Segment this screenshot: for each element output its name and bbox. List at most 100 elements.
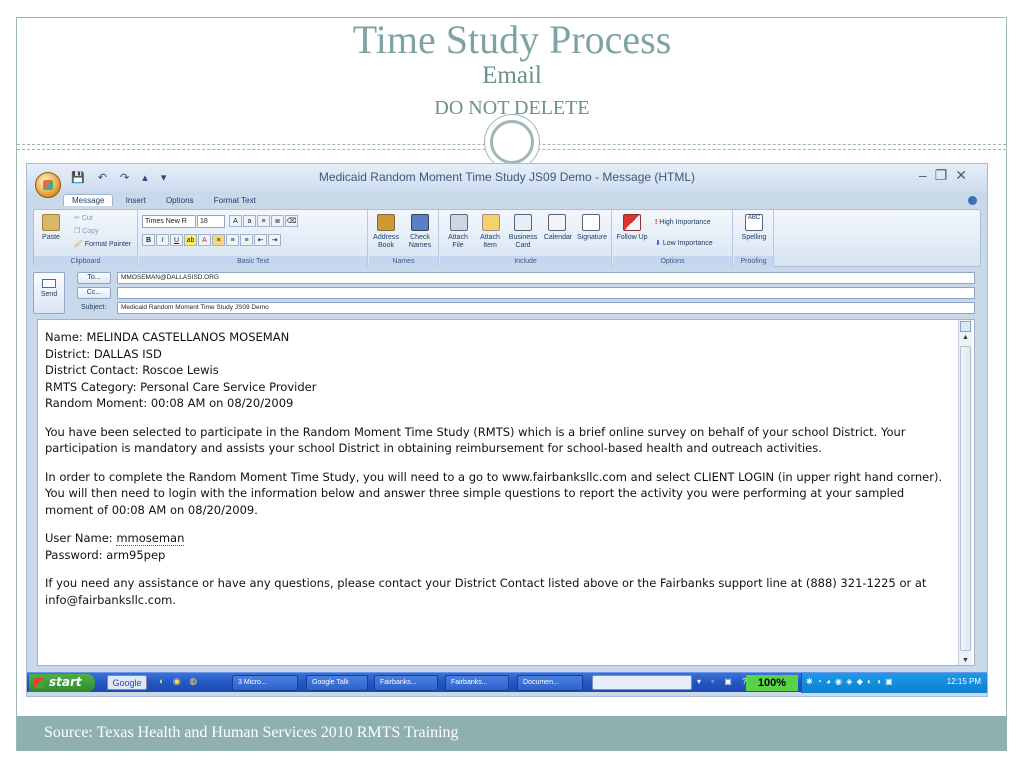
- start-button[interactable]: start: [29, 674, 95, 692]
- copy-button[interactable]: ❐ Copy: [74, 227, 99, 235]
- system-tray: ✱ ◔ ◕ ◉ ◈ ◆ ◐ ◑ ▣ 12:15 PM: [801, 673, 987, 693]
- window-controls[interactable]: –❐✕: [919, 167, 975, 184]
- restore-icon[interactable]: ❐: [935, 167, 956, 183]
- shrink-font-icon[interactable]: a: [243, 215, 256, 227]
- to-button[interactable]: To...: [77, 272, 111, 284]
- envelope-icon[interactable]: [482, 214, 500, 231]
- message-body[interactable]: Name: MELINDA CASTELLANOS MOSEMAN Distri…: [37, 319, 975, 666]
- low-importance-button[interactable]: ⬇ Low Importance: [655, 239, 713, 247]
- check-names-icon[interactable]: [411, 214, 429, 231]
- help-icon[interactable]: [968, 196, 977, 205]
- vertical-scrollbar[interactable]: ▲ ▼: [958, 320, 972, 665]
- business-card-button[interactable]: Business Card: [506, 234, 540, 250]
- font-size-box[interactable]: 18: [197, 215, 225, 228]
- underline-icon[interactable]: U: [170, 234, 183, 246]
- format-painter-button[interactable]: 🖌 Format Painter: [74, 240, 131, 248]
- subject-label: Subject:: [81, 304, 107, 311]
- calendar-icon[interactable]: [548, 214, 566, 231]
- tray-icons[interactable]: ✱ ◔ ◕ ◉ ◈ ◆ ◐ ◑ ▣: [806, 677, 894, 686]
- outlook-window: 💾 ↶ ↷ ▴ ▾ Medicaid Random Moment Time St…: [26, 163, 988, 697]
- address-book-icon[interactable]: [377, 214, 395, 231]
- clear-format-icon[interactable]: ⌫: [285, 215, 298, 227]
- scroll-down-icon[interactable]: ▼: [962, 657, 969, 664]
- check-names-button[interactable]: Check Names: [404, 234, 436, 250]
- signature-icon[interactable]: [582, 214, 600, 231]
- zoom-level[interactable]: 100%: [746, 675, 798, 691]
- window-title: Medicaid Random Moment Time Study JS09 D…: [318, 170, 696, 184]
- google-toolbar[interactable]: Google: [107, 675, 147, 690]
- clock: 12:15 PM: [946, 677, 981, 686]
- numbering-icon[interactable]: ≣: [271, 215, 284, 227]
- font-name-box[interactable]: Times New R: [142, 215, 196, 228]
- district-line: District: DALLAS ISD: [45, 346, 162, 361]
- tab-options[interactable]: Options: [158, 195, 202, 206]
- tab-format-text[interactable]: Format Text: [206, 195, 264, 206]
- office-button[interactable]: [35, 172, 61, 198]
- paste-button[interactable]: Paste: [36, 234, 66, 242]
- bold-icon[interactable]: B: [142, 234, 155, 246]
- ribbon: Paste ✂ Cut ❐ Copy 🖌 Format Painter Clip…: [33, 209, 981, 267]
- cc-field[interactable]: [117, 287, 975, 299]
- task-fairbanks-2[interactable]: Fairbanks...: [445, 675, 509, 691]
- district-contact-line: District Contact: Roscoe Lewis: [45, 363, 219, 377]
- font-color-icon[interactable]: A: [198, 234, 211, 246]
- scroll-up-icon[interactable]: ▲: [962, 334, 969, 341]
- task-google-talk[interactable]: Google Talk: [306, 675, 368, 691]
- options-group: Follow Up ! High Importance ⬇ Low Import…: [613, 210, 733, 267]
- grow-font-icon[interactable]: A: [229, 215, 242, 227]
- highlight-icon[interactable]: ab: [184, 234, 197, 246]
- flag-icon[interactable]: [623, 214, 641, 231]
- attach-file-button[interactable]: Attach File: [442, 234, 474, 250]
- envelope-icon: [42, 279, 56, 288]
- attach-item-button[interactable]: Attach Item: [474, 234, 506, 250]
- signature-button[interactable]: Signature: [576, 234, 608, 242]
- follow-up-button[interactable]: Follow Up: [615, 234, 649, 242]
- clipboard-group: Paste ✂ Cut ❐ Copy 🖌 Format Painter Clip…: [34, 210, 138, 267]
- message-body-text: Name: MELINDA CASTELLANOS MOSEMAN Distri…: [45, 329, 953, 608]
- scroll-thumb[interactable]: [960, 346, 971, 651]
- high-importance-button[interactable]: ! High Importance: [655, 219, 711, 226]
- spelling-icon[interactable]: ABC: [745, 214, 763, 231]
- body-paragraph-2: In order to complete the Random Moment T…: [45, 469, 943, 517]
- address-book-button[interactable]: Address Book: [370, 234, 402, 250]
- bullets-icon[interactable]: ≡: [257, 215, 270, 227]
- business-card-icon[interactable]: [514, 214, 532, 231]
- scissors-icon: ✂: [74, 215, 82, 222]
- paste-icon[interactable]: [42, 214, 60, 231]
- minimize-icon[interactable]: –: [919, 167, 935, 183]
- increase-indent-icon[interactable]: ⇥: [268, 234, 281, 246]
- send-button[interactable]: Send: [33, 272, 65, 314]
- align-center-icon[interactable]: ≡: [226, 234, 239, 246]
- recipient-name-line: Name: MELINDA CASTELLANOS MOSEMAN: [45, 330, 290, 344]
- to-field[interactable]: MMOSEMAN@DALLASISD.ORG: [117, 272, 975, 284]
- tab-message[interactable]: Message: [63, 194, 114, 206]
- cut-button[interactable]: ✂ Cut: [74, 214, 93, 222]
- spelling-button[interactable]: Spelling: [736, 234, 772, 242]
- options-group-label: Options: [613, 256, 732, 267]
- task-fairbanks-1[interactable]: Fairbanks...: [374, 675, 438, 691]
- include-group: Attach File Attach Item Business Card Ca…: [440, 210, 612, 267]
- rmts-category-line: RMTS Category: Personal Care Service Pro…: [45, 379, 317, 394]
- quick-launch[interactable]: ◐ ◉ ◍: [159, 676, 200, 687]
- calendar-button[interactable]: Calendar: [542, 234, 574, 242]
- decrease-indent-icon[interactable]: ⇤: [254, 234, 267, 246]
- brush-icon: 🖌: [74, 241, 85, 248]
- italic-icon[interactable]: I: [156, 234, 169, 246]
- google-search-box[interactable]: [592, 675, 692, 690]
- align-right-icon[interactable]: ≡: [240, 234, 253, 246]
- basic-text-group-label: Basic Text: [139, 256, 367, 267]
- message-header: Send To... Cc... Subject: MMOSEMAN@DALLA…: [33, 270, 981, 320]
- taskbar-misc-icons[interactable]: ▾ ▫ ▣ ?: [697, 677, 751, 686]
- paperclip-icon[interactable]: [450, 214, 468, 231]
- subject-field[interactable]: Medicaid Random Moment Time Study JS09 D…: [117, 302, 975, 314]
- body-paragraph-1: You have been selected to participate in…: [45, 424, 906, 456]
- align-left-icon[interactable]: ≡: [212, 234, 225, 246]
- task-micro[interactable]: 3 Micro...: [232, 675, 298, 691]
- close-icon[interactable]: ✕: [955, 167, 975, 183]
- username-label: User Name:: [45, 531, 117, 545]
- task-documents[interactable]: Documen...: [517, 675, 583, 691]
- ruler-icon[interactable]: [960, 321, 971, 332]
- cc-button[interactable]: Cc...: [77, 287, 111, 299]
- taskbar: start Google ◐ ◉ ◍ 3 Micro... Google Tal…: [27, 672, 987, 693]
- tab-insert[interactable]: Insert: [118, 195, 154, 206]
